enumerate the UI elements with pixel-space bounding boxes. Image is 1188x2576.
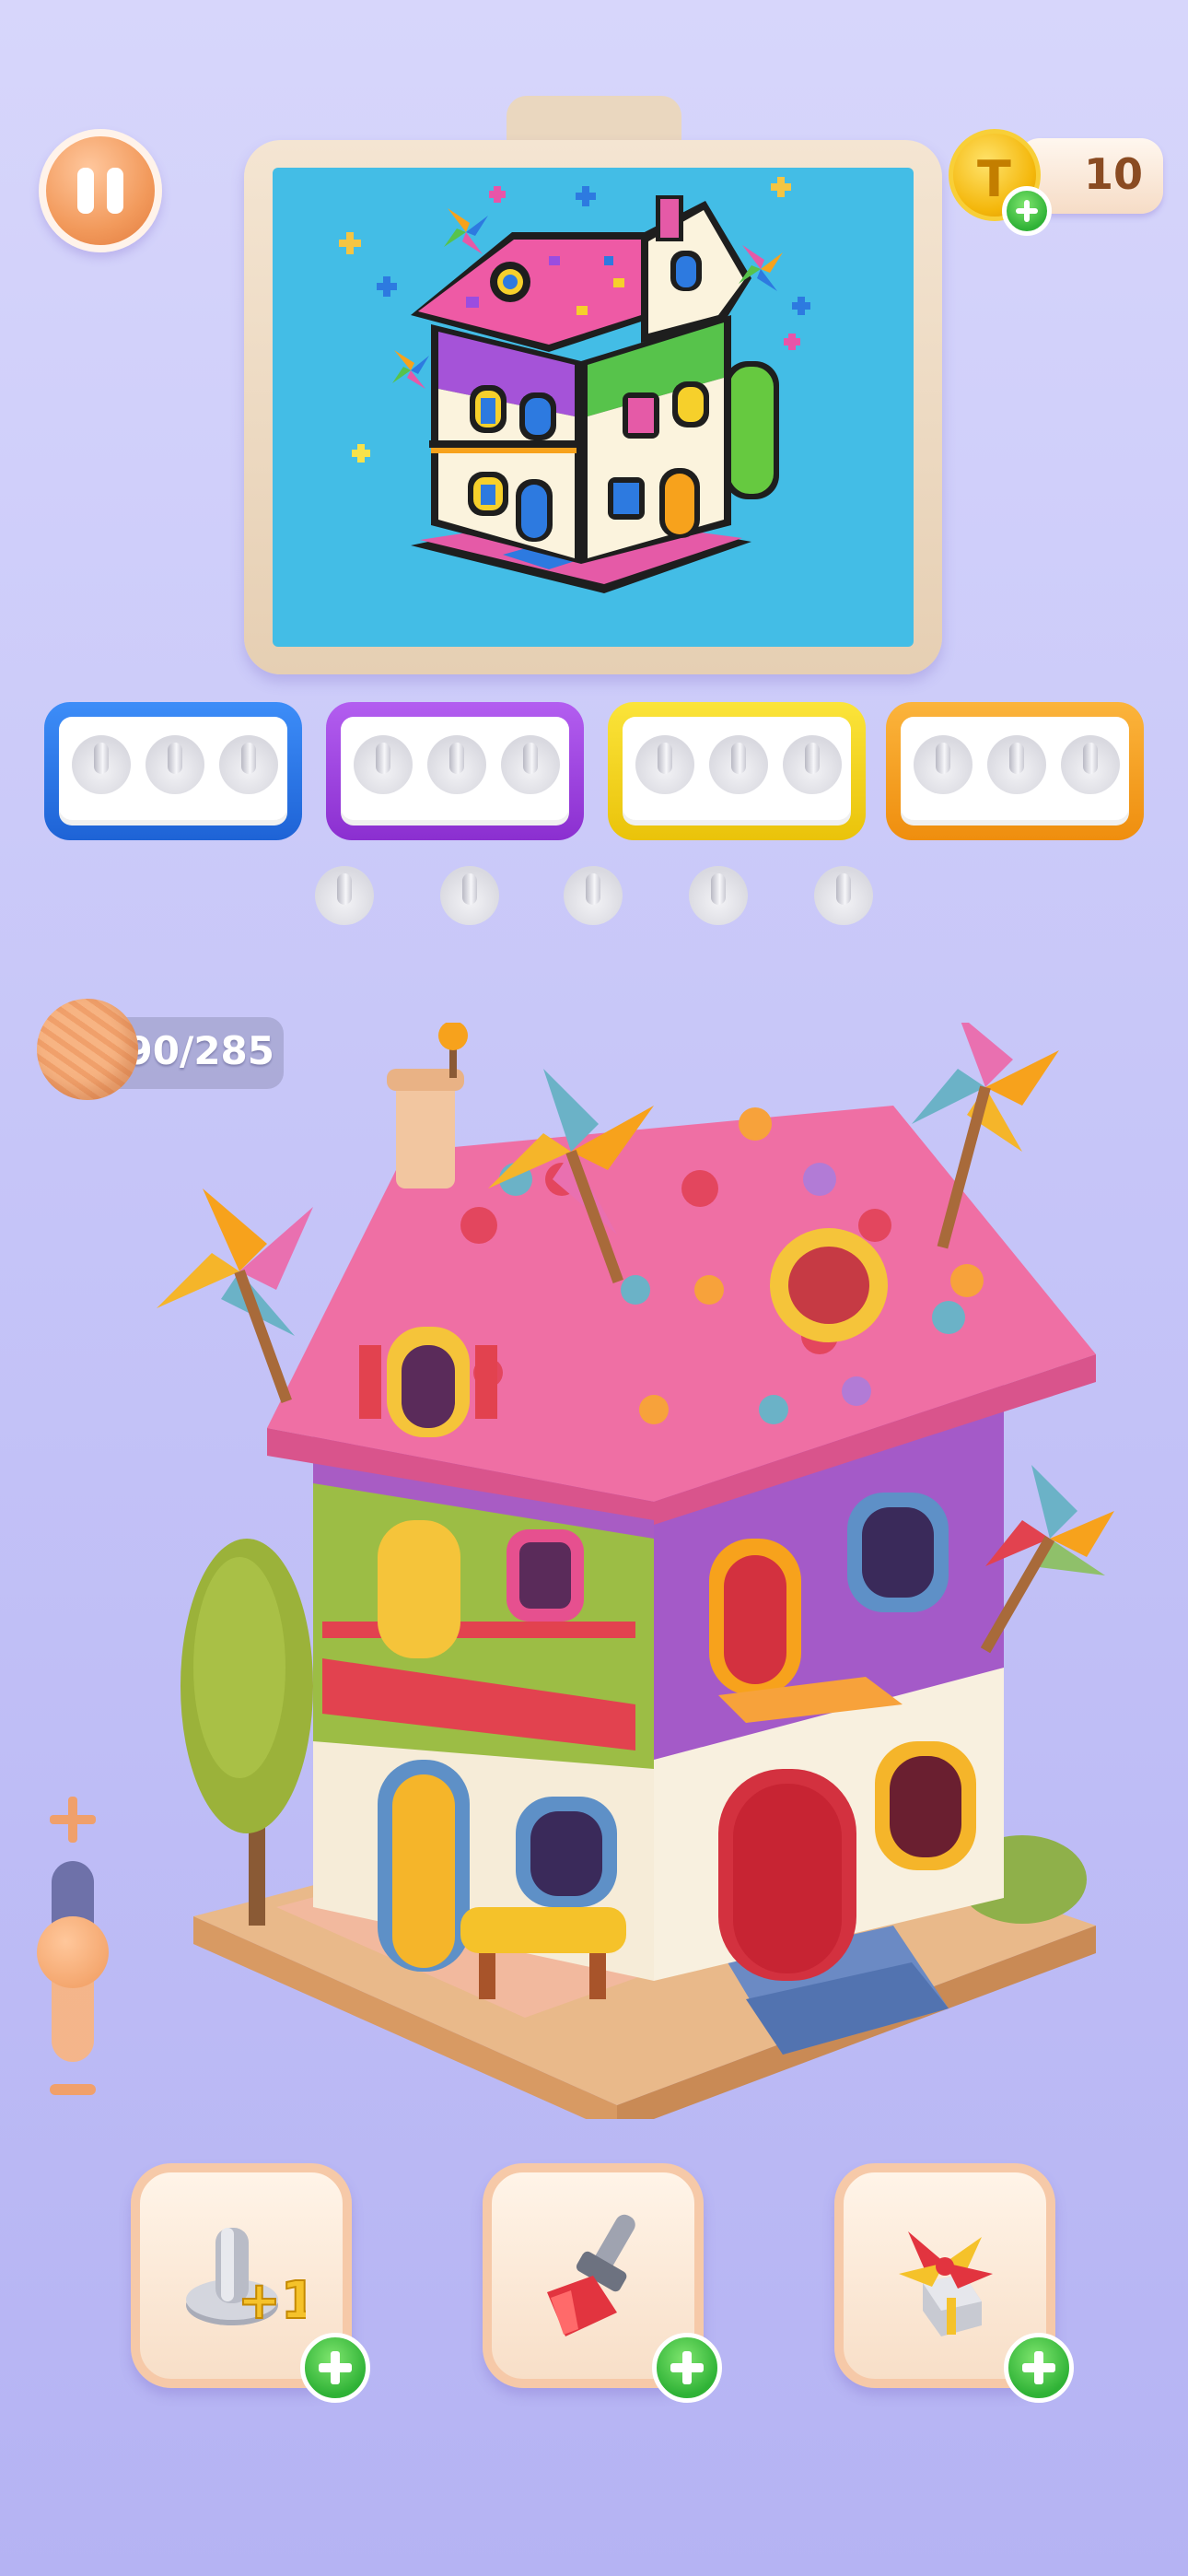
slot-tray bbox=[901, 717, 1129, 825]
loose-peg[interactable] bbox=[440, 866, 499, 925]
slot-orange[interactable] bbox=[886, 702, 1144, 840]
loose-peg[interactable] bbox=[564, 866, 623, 925]
booster-brush[interactable] bbox=[483, 2163, 722, 2403]
pause-icon-bar bbox=[107, 168, 123, 214]
booster-plus-one-label: +1 bbox=[238, 2271, 306, 2331]
coin-count: 10 bbox=[1083, 149, 1143, 199]
slot-tray bbox=[59, 717, 287, 825]
peg-plus-one-icon: +1 bbox=[186, 2228, 306, 2332]
peg bbox=[354, 735, 413, 794]
loose-peg[interactable] bbox=[814, 866, 873, 925]
add-coins-icon[interactable] bbox=[1002, 186, 1052, 236]
pixel-house-image bbox=[339, 177, 810, 593]
slot-purple[interactable] bbox=[326, 702, 584, 840]
peg bbox=[635, 735, 694, 794]
loose-peg[interactable] bbox=[315, 866, 374, 925]
buy-booster-icon[interactable] bbox=[300, 2333, 370, 2403]
zoom-in-icon[interactable] bbox=[50, 1797, 96, 1843]
slot-yellow[interactable] bbox=[608, 702, 866, 840]
slot-tray bbox=[341, 717, 569, 825]
slot-blue[interactable] bbox=[44, 702, 302, 840]
peg bbox=[987, 735, 1046, 794]
brush-icon bbox=[547, 2214, 635, 2336]
booster-pinwheel[interactable] bbox=[834, 2163, 1074, 2403]
peg bbox=[1061, 735, 1120, 794]
pinwheel-box-icon bbox=[899, 2231, 993, 2336]
peg bbox=[501, 735, 560, 794]
knitted-house-model[interactable] bbox=[138, 1023, 1160, 2119]
peg bbox=[914, 735, 973, 794]
peg bbox=[146, 735, 204, 794]
loose-peg[interactable] bbox=[689, 866, 748, 925]
booster-extra-peg[interactable]: +1 bbox=[131, 2163, 370, 2403]
pixel-pattern-preview bbox=[273, 168, 914, 647]
zoom-slider-thumb[interactable] bbox=[37, 1916, 109, 1988]
peg bbox=[427, 735, 486, 794]
zoom-out-icon[interactable] bbox=[50, 2084, 96, 2095]
pause-button[interactable] bbox=[39, 129, 162, 252]
yarn-ball-icon bbox=[37, 999, 138, 1100]
slot-tray bbox=[623, 717, 851, 825]
peg bbox=[72, 735, 131, 794]
peg bbox=[783, 735, 842, 794]
pause-icon bbox=[77, 168, 94, 214]
buy-booster-icon[interactable] bbox=[1004, 2333, 1074, 2403]
peg bbox=[219, 735, 278, 794]
buy-booster-icon[interactable] bbox=[652, 2333, 722, 2403]
peg bbox=[709, 735, 768, 794]
